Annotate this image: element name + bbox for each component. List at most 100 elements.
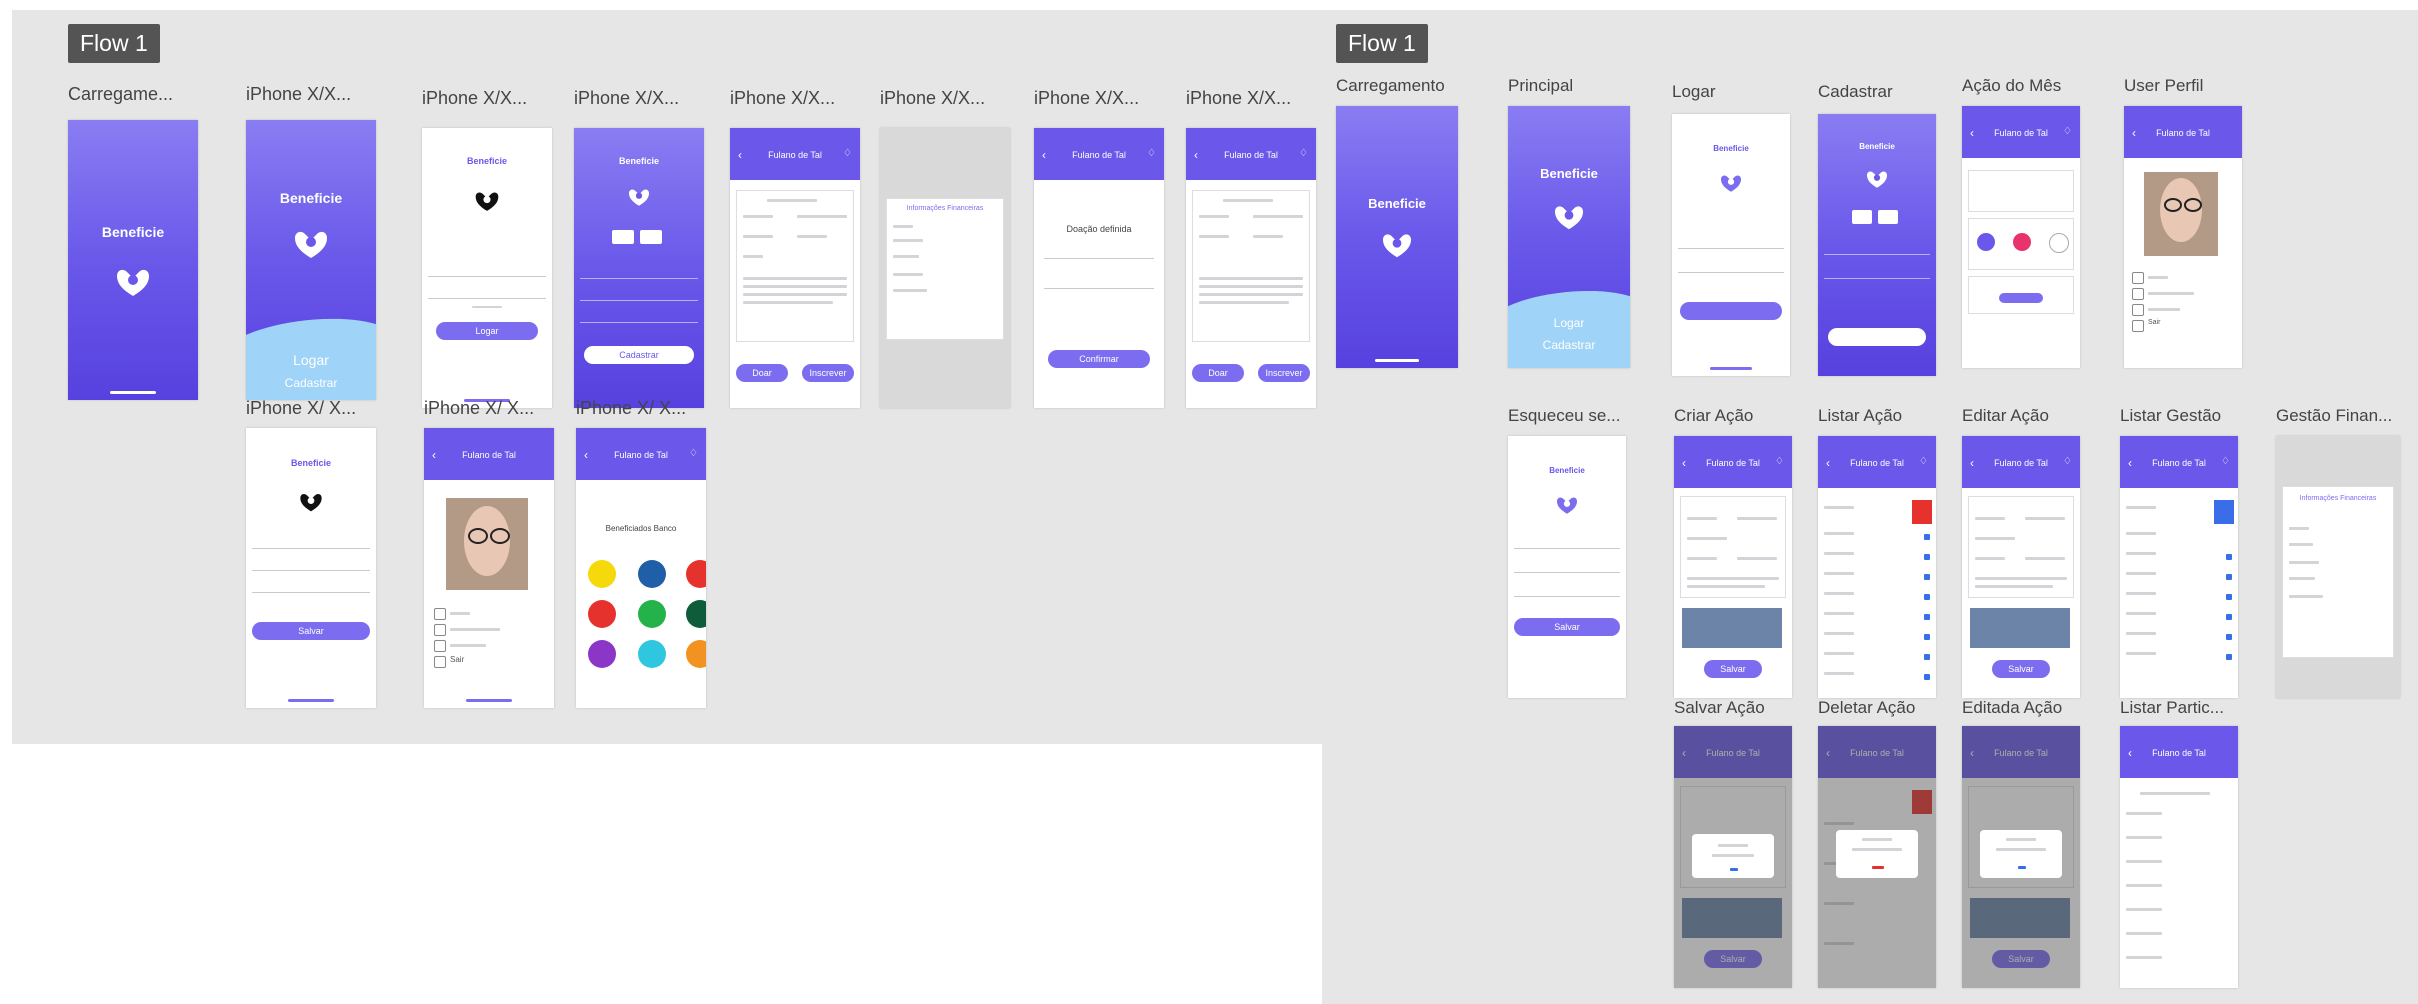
artboard-user-profile[interactable]: ‹ Fulano de Tal Sair [424,428,554,708]
amount-field[interactable] [1044,258,1154,259]
participant-item[interactable] [2126,932,2162,935]
list-item[interactable] [1824,632,1854,635]
ok-button[interactable] [2018,866,2026,869]
register-button[interactable]: Cadastrar [246,376,376,390]
artboard-save-action[interactable]: ‹ Fulano de Tal Salvar [1674,726,1792,988]
flow-label[interactable]: Flow 1 [68,24,160,63]
date-field[interactable] [1044,288,1154,289]
login-button[interactable]: Logar [246,352,376,368]
name-field[interactable] [580,278,698,279]
list-item[interactable] [1824,672,1854,675]
bank-logo[interactable] [686,560,706,588]
menu-item[interactable] [450,628,500,631]
artboard-welcome[interactable]: Beneficie Logar Cadastrar [246,120,376,400]
artboard-edit-action[interactable]: ‹ Fulano de Tal ♢ Salvar [1962,436,2080,698]
edit-icon[interactable] [2226,654,2232,660]
edit-icon[interactable] [2226,554,2232,560]
artboard-banks[interactable]: ‹ Fulano de Tal ♢ Beneficiados Banco [576,428,706,708]
gear-icon[interactable] [2132,288,2144,300]
artboard-label[interactable]: iPhone X/X... [880,88,1010,109]
rating-option[interactable] [2049,233,2069,253]
artboard-label[interactable]: iPhone X/X... [422,88,552,109]
email-field[interactable] [1824,278,1930,279]
bell-icon[interactable]: ♢ [1775,456,1784,467]
edit-icon[interactable] [1924,634,1930,640]
menu-item[interactable] [450,612,470,615]
artboard-label[interactable]: iPhone X/X... [1186,88,1316,109]
register-button[interactable]: Cadastrar [1508,338,1630,352]
artboard-label[interactable]: Deletar Ação [1818,698,1938,718]
edit-icon[interactable] [1924,614,1930,620]
password-field[interactable] [252,570,370,571]
confirm-password-field[interactable] [252,592,370,593]
artboard-label[interactable]: iPhone X/X... [730,88,860,109]
bank-logo[interactable] [638,560,666,588]
register-submit-button[interactable] [1828,328,1926,346]
bell-icon[interactable]: ♢ [1299,148,1308,159]
edit-icon[interactable] [1924,534,1930,540]
artboard-list-participants[interactable]: ‹ Fulano de Tal [2120,726,2238,988]
artboard-label[interactable]: iPhone X/X... [246,84,376,105]
password-field[interactable] [428,298,546,299]
bank-logo[interactable] [638,640,666,668]
artboard-splash[interactable]: Beneficie [68,120,198,400]
participant-item[interactable] [2126,908,2162,911]
login-button[interactable]: Logar [1508,316,1630,330]
artboard-list-actions[interactable]: ‹ Fulano de Tal ♢ [1818,436,1936,698]
artboard-label[interactable]: iPhone X/ X... [246,398,386,419]
participant-item[interactable] [2126,956,2162,959]
artboard-label[interactable]: User Perfil [2124,76,2244,96]
bell-icon[interactable]: ♢ [1147,148,1156,159]
artboard-label[interactable]: Editar Ação [1962,406,2082,426]
artboard-label[interactable]: Cadastrar [1818,82,1938,102]
artboard-login[interactable]: Beneficie Logar [422,128,552,408]
participate-button[interactable] [1999,293,2043,303]
email-field[interactable] [252,548,370,549]
artboard-label[interactable]: Listar Ação [1818,406,1938,426]
artboard-label[interactable]: Listar Gestão [2120,406,2240,426]
artboard-edited-action[interactable]: ‹ Fulano de Tal Salvar [1962,726,2080,988]
rating-option[interactable] [2013,233,2031,251]
artboard-action-of-month[interactable]: ‹ Fulano de Tal ♢ [1962,106,2080,368]
list-item[interactable] [1824,552,1854,555]
email-field[interactable] [428,276,546,277]
list-item[interactable] [1824,652,1854,655]
photo-option-button[interactable] [1878,210,1898,224]
menu-item[interactable] [450,644,486,647]
artboard-action-detail[interactable]: ‹ Fulano de Tal ♢ Doar Inscrever [730,128,860,408]
save-button[interactable]: Salvar [252,622,370,640]
list-item[interactable] [2126,572,2156,575]
artboard-label[interactable]: Criar Ação [1674,406,1794,426]
forgot-link[interactable] [472,306,502,308]
ok-button[interactable] [1730,868,1738,871]
bank-logo[interactable] [588,560,616,588]
artboard-splash[interactable]: Beneficie [1336,106,1458,368]
list-item[interactable] [1824,572,1854,575]
artboard-label[interactable]: Salvar Ação [1674,698,1794,718]
save-button[interactable]: Salvar [1992,660,2050,678]
artboard-financial-management[interactable]: Informações Financeiras [2276,436,2400,698]
artboard-label[interactable]: Gestão Finan... [2276,406,2414,426]
photo-option-button[interactable] [1852,210,1872,224]
photo-option-button[interactable] [612,230,634,244]
artboard-register[interactable]: Beneficie [1818,114,1936,376]
bell-icon[interactable]: ♢ [2063,126,2072,137]
bank-logo[interactable] [588,600,616,628]
logout-icon[interactable] [2132,320,2144,332]
list-item[interactable] [1824,532,1854,535]
subscribe-button[interactable]: Inscrever [1258,364,1310,382]
list-icon[interactable] [434,640,446,652]
bank-logo[interactable] [638,600,666,628]
artboard-label[interactable]: Logar [1672,82,1792,102]
artboard-label[interactable]: iPhone X/ X... [576,398,706,419]
artboard-label[interactable]: iPhone X/X... [574,88,704,109]
bell-icon[interactable]: ♢ [689,448,698,459]
participant-item[interactable] [2126,860,2162,863]
list-item[interactable] [2126,632,2156,635]
artboard-label[interactable]: Carregame... [68,84,198,105]
edit-icon[interactable] [2226,634,2232,640]
artboard-action-detail[interactable]: ‹ Fulano de Tal ♢ Doar Inscrever [1186,128,1316,408]
edit-icon[interactable] [1924,554,1930,560]
artboard-label[interactable]: Ação do Mês [1962,76,2082,96]
login-submit-button[interactable]: Logar [436,322,538,340]
